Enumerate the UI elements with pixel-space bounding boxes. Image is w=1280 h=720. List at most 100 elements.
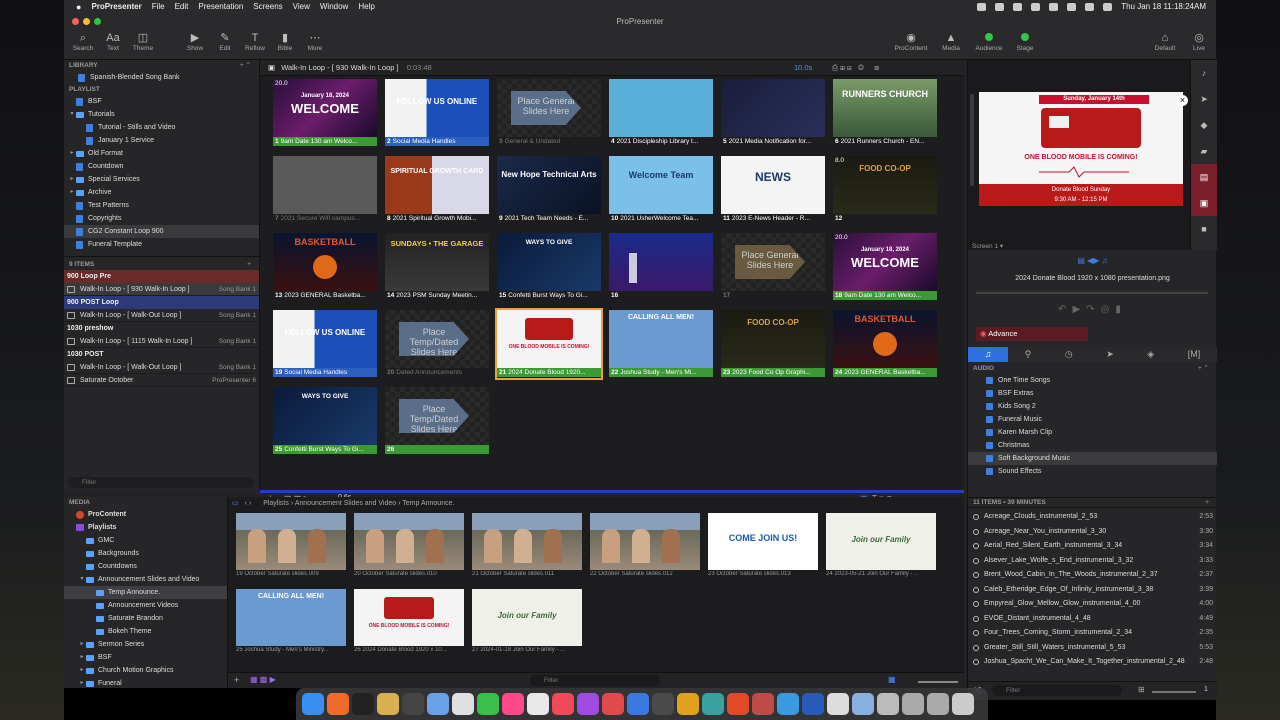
media-thumbnail[interactable]: Join our Family 27 2024-01-18 Join Our Fa…	[472, 589, 582, 657]
disclosure-arrow-icon[interactable]: ▾	[68, 108, 76, 121]
toolbar-theme-button[interactable]: ◫ Theme	[128, 30, 158, 52]
clear-output-icon[interactable]: ×	[1177, 95, 1188, 106]
playlist-item[interactable]: January 1 Service	[64, 134, 259, 147]
menu-edit[interactable]: Edit	[175, 2, 189, 11]
media-thumbnail[interactable]: Join our Family 24 2023-05-21 Join Our Fa…	[826, 513, 936, 581]
dock-app-icon[interactable]	[527, 693, 549, 715]
search-icon[interactable]	[1103, 2, 1113, 11]
slide-7[interactable]: 7 2021 Secure Wifi campus...	[273, 156, 377, 224]
toolbar-default-button[interactable]: ⌂ Default	[1148, 30, 1182, 52]
playlist-item[interactable]: Test Patterns	[64, 199, 259, 212]
media-scrubber[interactable]	[976, 292, 1208, 294]
disclosure-arrow-icon[interactable]: ▾	[78, 573, 86, 586]
slide-20[interactable]: Place Temp/Dated Slides Here 20 Dated Anno…	[385, 310, 489, 378]
dock-app-icon[interactable]	[852, 693, 874, 715]
slide-18[interactable]: January 18, 2024 WELCOME 20.0 18 9am Date 13…	[833, 233, 937, 301]
audio-tabs-icons[interactable]: ▤ ◀▶ ♫	[968, 256, 1217, 266]
playlist-presentation[interactable]: Saturate October ProPresenter 6	[64, 374, 259, 387]
audio-playlist[interactable]: Funeral Music	[968, 413, 1217, 426]
disclosure-arrow-icon[interactable]: ▸	[78, 638, 86, 651]
audio-tab[interactable]: ♫	[968, 347, 1008, 362]
playlist-item[interactable]: ▸ Special Services	[64, 173, 259, 186]
slide-11[interactable]: NEWS 11 2023 E-News Header - R...	[721, 156, 825, 224]
dock-app-icon[interactable]	[777, 693, 799, 715]
audio-playlist[interactable]: BSF Extras	[968, 387, 1217, 400]
dock-app-icon[interactable]	[452, 693, 474, 715]
toolbar-edit-button[interactable]: ✎ Edit	[210, 30, 240, 52]
media-thumbnail[interactable]: COME JOIN US! 23 October Saturate slides.…	[708, 513, 818, 581]
playlist-item[interactable]: BSF	[64, 95, 259, 108]
breadcrumb-item[interactable]: Announcement Slides and Video	[295, 500, 396, 507]
playlist-item[interactable]: Funeral Template	[64, 238, 259, 251]
status-icon[interactable]	[1049, 2, 1059, 11]
dock-app-icon[interactable]	[377, 693, 399, 715]
slide-10[interactable]: Welcome Team 10 2021 UsherWelcome Tea...	[609, 156, 713, 224]
playlist-section-header[interactable]: 900 Loop Pre	[64, 270, 259, 283]
audio-track[interactable]: Aerial_Red_Silent_Earth_instrumental_3_3…	[968, 539, 1217, 554]
media-tree-item[interactable]: GMC	[64, 534, 227, 547]
media-tree-item[interactable]: Saturate Brandon	[64, 612, 227, 625]
slide-17[interactable]: Place General Slides Here 17	[721, 233, 825, 301]
media-thumbnail[interactable]: 22 October Saturate slides.012	[590, 513, 700, 581]
dock-app-icon[interactable]	[727, 693, 749, 715]
breadcrumb-item[interactable]: Playlists	[263, 500, 289, 507]
media-tree-item[interactable]: ▸ Funeral	[64, 677, 227, 690]
dock-app-icon[interactable]	[802, 693, 824, 715]
audio-track[interactable]: Empyreal_Glow_Mellow_Glow_instrumental_4…	[968, 597, 1217, 612]
app-menu[interactable]: ProPresenter	[91, 2, 141, 11]
media-tree-item[interactable]: Backgrounds	[64, 547, 227, 560]
slide-23[interactable]: FOOD CO-OP 23 2023 Food Co Op Graphi...	[721, 310, 825, 378]
dock-app-icon[interactable]	[952, 693, 974, 715]
toolbar-icons[interactable]: ⎙ ⊞ ⊟ ◎ ⊠	[832, 60, 879, 76]
media-tree-item[interactable]: Countdowns	[64, 560, 227, 573]
dock-app-icon[interactable]	[402, 693, 424, 715]
add-media-button[interactable]: +	[234, 675, 239, 685]
playlist-item[interactable]: Copyrights	[64, 212, 259, 225]
audio-track[interactable]: Acreage_Near_You_instrumental_3_30 3:30	[968, 525, 1217, 540]
zoom-window-button[interactable]	[94, 18, 101, 25]
media-tree-item[interactable]: Temp Announce.	[64, 586, 227, 599]
breadcrumb-item[interactable]: Temp Announce.	[402, 500, 454, 507]
menu-help[interactable]: Help	[358, 2, 374, 11]
media-thumbnail[interactable]: ONE BLOOD MOBILE IS COMING! 26 2024 Donat…	[354, 589, 464, 657]
audio-track[interactable]: EVOE_Distant_instrumental_4_48 4:49	[968, 612, 1217, 627]
disclosure-arrow-icon[interactable]: ▸	[68, 186, 76, 199]
other-tabs[interactable]: ⚲ ◷ ➤ ◈ [M]	[1008, 347, 1217, 362]
audio-track[interactable]: Four_Trees_Coming_Storm_instrumental_2_3…	[968, 626, 1217, 641]
audio-track[interactable]: Greater_Still_Still_Waters_instrumental_…	[968, 641, 1217, 656]
cloud-icon[interactable]	[1013, 2, 1023, 11]
slide-8[interactable]: SPIRITUAL GROWTH CARD 8 2021 Spiritual Gro…	[385, 156, 489, 224]
playlist-item[interactable]: Tutorial - Stills and Video	[64, 121, 259, 134]
media-thumbnail[interactable]: 20 October Saturate slides.010	[354, 513, 464, 581]
library-item[interactable]: Spanish-Blended Song Bank	[64, 71, 259, 84]
slide-4[interactable]: 4 2021 Discipleship Library t...	[609, 79, 713, 147]
audio-filter-input[interactable]: Filter	[992, 685, 1122, 696]
slide-26[interactable]: Place Temp/Dated Slides Here 26	[385, 387, 489, 455]
dock-app-icon[interactable]	[552, 693, 574, 715]
slide-19[interactable]: FOLLOW US ONLINE 19 Social Media Handles	[273, 310, 377, 378]
toolbar-stage-button[interactable]: Stage	[1008, 30, 1042, 52]
dock-app-icon[interactable]	[602, 693, 624, 715]
audio-playlist[interactable]: Kids Song 2	[968, 400, 1217, 413]
close-window-button[interactable]	[72, 18, 79, 25]
slide-6[interactable]: RUNNERS CHURCH 6 2021 Runners Church - EN.…	[833, 79, 937, 147]
media-size-slider[interactable]	[918, 681, 958, 683]
audio-playlist[interactable]: One Time Songs	[968, 374, 1217, 387]
media-tree-item[interactable]: ProContent	[64, 508, 227, 521]
slide-13[interactable]: BASKETBALL 13 2023 GENERAL Basketba...	[273, 233, 377, 301]
slide-2[interactable]: FOLLOW US ONLINE 2 Social Media Handles	[385, 79, 489, 147]
slide-25[interactable]: WAYS TO GIVE 25 Confetti Burst Ways To Gi.…	[273, 387, 377, 455]
menu-screens[interactable]: Screens	[253, 2, 282, 11]
toolbar-reflow-button[interactable]: T Reflow	[240, 30, 270, 52]
slide-5[interactable]: 5 2021 Media Notification for...	[721, 79, 825, 147]
minimize-window-button[interactable]	[83, 18, 90, 25]
audio-track[interactable]: Joshua_Spacht_We_Can_Make_It_Together_in…	[968, 655, 1217, 670]
library-filter-input[interactable]: Filter	[68, 477, 254, 488]
output-preview[interactable]: Sunday, January 14th ONE BLOOD MOBILE IS…	[979, 92, 1183, 206]
disclosure-arrow-icon[interactable]: ▸	[78, 677, 86, 690]
audio-track[interactable]: Brent_Wood_Cabin_In_The_Woods_instrument…	[968, 568, 1217, 583]
audio-playlist[interactable]: Karen Marsh Clip	[968, 426, 1217, 439]
media-tree-item[interactable]: Announcement Videos	[64, 599, 227, 612]
audio-track[interactable]: Caleb_Etheridge_Edge_Of_Infinity_instrum…	[968, 583, 1217, 598]
slide-15[interactable]: WAYS TO GIVE 15 Confetti Burst Ways To Gi.…	[497, 233, 601, 301]
